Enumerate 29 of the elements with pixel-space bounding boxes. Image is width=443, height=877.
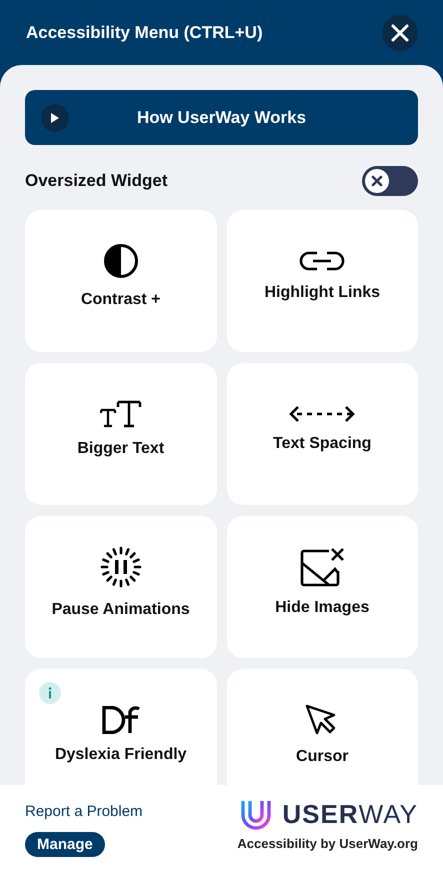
report-link[interactable]: Report a Problem xyxy=(25,803,143,820)
toggle-switch[interactable] xyxy=(362,166,418,196)
x-icon xyxy=(371,175,383,187)
manage-button[interactable]: Manage xyxy=(25,832,105,857)
feature-card[interactable]: Contrast + xyxy=(25,210,216,352)
oversized-widget-label: Oversized Widget xyxy=(25,171,168,191)
feature-card[interactable]: Dyslexia Friendly xyxy=(25,669,216,785)
contrast-icon xyxy=(102,243,139,279)
pause-icon xyxy=(98,545,143,589)
feature-card[interactable]: Text Spacing xyxy=(226,363,418,505)
info-icon[interactable] xyxy=(39,682,61,704)
image-crossed-icon xyxy=(299,547,346,587)
feature-card[interactable]: Highlight Links xyxy=(226,210,418,352)
feature-card[interactable]: Bigger Text xyxy=(25,363,216,505)
text-size-icon xyxy=(100,400,142,428)
feature-card[interactable]: Cursor xyxy=(226,669,418,785)
letters-icon xyxy=(100,706,141,734)
logo-wordmark: USERWAY xyxy=(282,798,418,830)
close-icon xyxy=(390,22,410,42)
double-arrow-icon xyxy=(289,405,356,423)
feature-card[interactable]: Hide Images xyxy=(226,516,418,658)
video-button[interactable]: How UserWay Works xyxy=(25,90,418,145)
logo-icon xyxy=(240,798,272,830)
link-icon xyxy=(299,250,346,272)
feature-card[interactable]: Pause Animations xyxy=(25,516,216,658)
close-button[interactable] xyxy=(382,14,418,50)
menu-title: Accessibility Menu (CTRL+U) xyxy=(26,22,263,42)
play-icon xyxy=(41,104,69,132)
tagline: Accessibility by UserWay.org xyxy=(237,836,418,851)
